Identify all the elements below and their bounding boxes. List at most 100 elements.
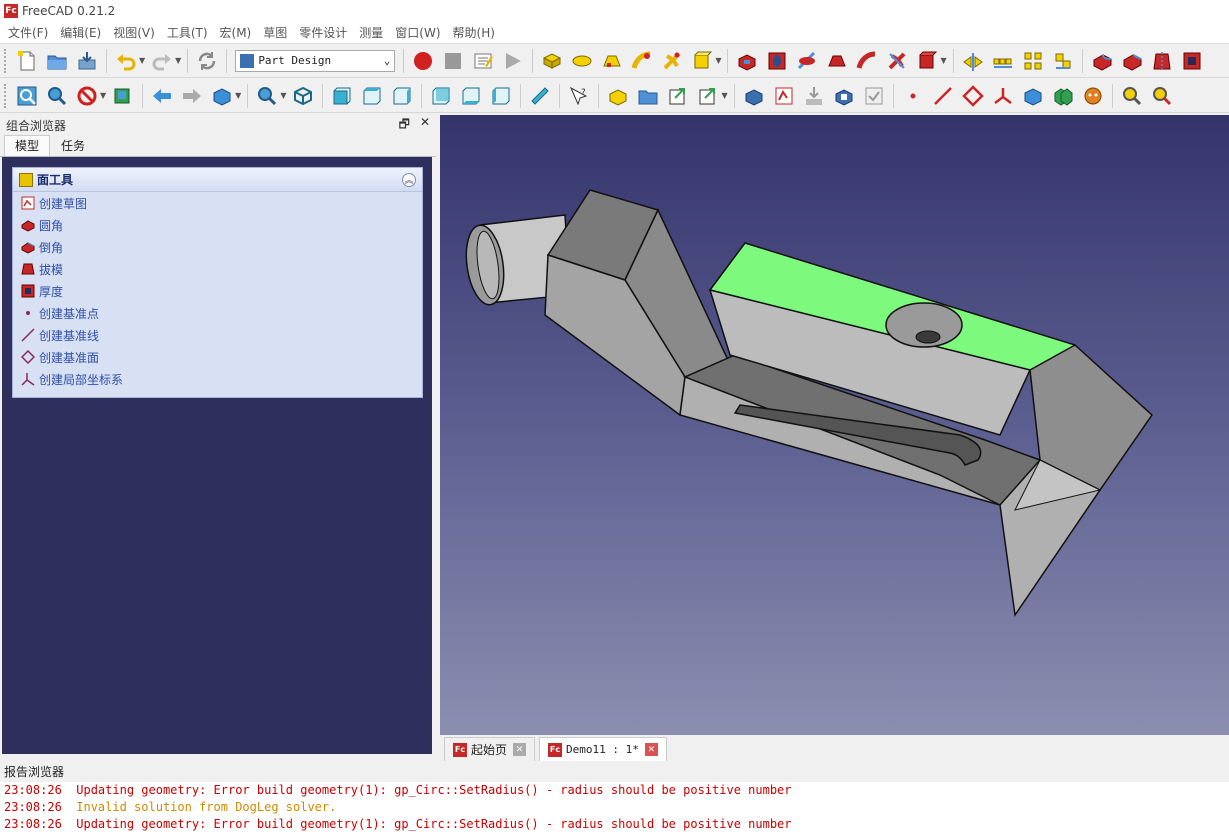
menu-help[interactable]: 帮助(H): [447, 22, 501, 44]
create-group-icon[interactable]: [635, 83, 661, 109]
zoom-chevron-icon[interactable]: ▼: [280, 91, 286, 100]
task-item-chamfer[interactable]: 倒角: [13, 236, 422, 258]
hole-icon[interactable]: [764, 48, 790, 74]
whats-this-icon[interactable]: ?: [566, 83, 592, 109]
additive-loft-icon[interactable]: [599, 48, 625, 74]
view-top-icon[interactable]: [359, 83, 385, 109]
link-actions-icon[interactable]: [695, 83, 721, 109]
mirrored-icon[interactable]: [960, 48, 986, 74]
toolbar-grip[interactable]: [4, 83, 8, 108]
subtractive-primitive-chevron-icon[interactable]: ▼: [940, 56, 946, 65]
redo-icon[interactable]: [149, 48, 175, 74]
additive-primitive-chevron-icon[interactable]: ▼: [715, 56, 721, 65]
tab-start-page[interactable]: Fc 起始页 ✕: [444, 737, 536, 761]
3d-viewport[interactable]: [440, 115, 1229, 735]
view-right-icon[interactable]: [389, 83, 415, 109]
linear-pattern-icon[interactable]: [990, 48, 1016, 74]
validate-sketch-icon[interactable]: [861, 83, 887, 109]
macro-record-icon[interactable]: [410, 48, 436, 74]
collapse-chevron-up-icon[interactable]: ︽: [402, 172, 416, 187]
thickness-icon[interactable]: [1179, 48, 1205, 74]
multi-transform-icon[interactable]: [1050, 48, 1076, 74]
link-actions-chevron-icon[interactable]: ▼: [721, 91, 727, 100]
close-tab-icon[interactable]: ✕: [513, 743, 527, 756]
chamfer-icon[interactable]: [1119, 48, 1145, 74]
sync-view-icon[interactable]: [209, 83, 235, 109]
tab-demo11[interactable]: Fc Demo11 : 1* ✕: [539, 737, 667, 761]
view-left-icon[interactable]: [488, 83, 514, 109]
menu-sketch[interactable]: 草图: [257, 22, 293, 44]
polar-pattern-icon[interactable]: [1020, 48, 1046, 74]
subtractive-helix-icon[interactable]: [884, 48, 910, 74]
forward-arrow-icon[interactable]: [179, 83, 205, 109]
menu-window[interactable]: 窗口(W): [389, 22, 446, 44]
subtractive-loft-icon[interactable]: [824, 48, 850, 74]
subtractive-primitive-icon[interactable]: [914, 48, 940, 74]
revolution-icon[interactable]: [569, 48, 595, 74]
draft-icon[interactable]: [1149, 48, 1175, 74]
groove-icon[interactable]: [794, 48, 820, 74]
task-item-create-sketch[interactable]: 创建草图: [13, 192, 422, 214]
link-icon[interactable]: [665, 83, 691, 109]
zoom-icon[interactable]: [254, 83, 280, 109]
clone-icon[interactable]: [831, 83, 857, 109]
measure-ruler-icon[interactable]: [527, 83, 553, 109]
migrate-icon[interactable]: [1080, 83, 1106, 109]
menu-part-design[interactable]: 零件设计: [293, 22, 353, 44]
create-part-icon[interactable]: [605, 83, 631, 109]
task-item-local-cs[interactable]: 创建局部坐标系: [13, 368, 422, 390]
shape-binder-icon[interactable]: [801, 83, 827, 109]
undo-icon[interactable]: [113, 48, 139, 74]
create-body-icon[interactable]: [741, 83, 767, 109]
menu-edit[interactable]: 编辑(E): [54, 22, 107, 44]
tab-model[interactable]: 模型: [4, 135, 51, 156]
fit-selection-icon[interactable]: [44, 83, 70, 109]
menu-file[interactable]: 文件(F): [2, 22, 54, 44]
local-coordinate-system-icon[interactable]: [990, 83, 1016, 109]
bounding-box-icon[interactable]: [110, 83, 136, 109]
task-item-fillet[interactable]: 圆角: [13, 214, 422, 236]
view-isometric-icon[interactable]: [290, 83, 316, 109]
macro-edit-icon[interactable]: [470, 48, 496, 74]
create-sketch-icon[interactable]: [771, 83, 797, 109]
task-item-datum-line[interactable]: 创建基准线: [13, 324, 422, 346]
back-arrow-icon[interactable]: [149, 83, 175, 109]
fillet-icon[interactable]: [1089, 48, 1115, 74]
task-item-datum-plane[interactable]: 创建基准面: [13, 346, 422, 368]
new-document-icon[interactable]: [14, 48, 40, 74]
additive-pipe-icon[interactable]: [629, 48, 655, 74]
macro-run-icon[interactable]: [500, 48, 526, 74]
pad-icon[interactable]: [539, 48, 565, 74]
close-panel-icon[interactable]: ✕: [420, 115, 430, 136]
undo-dropdown-chevron-icon[interactable]: ▼: [139, 56, 145, 65]
redo-dropdown-chevron-icon[interactable]: ▼: [175, 56, 181, 65]
task-item-datum-point[interactable]: 创建基准点: [13, 302, 422, 324]
datum-line-icon[interactable]: [930, 83, 956, 109]
float-panel-icon[interactable]: 🗗: [399, 115, 410, 136]
subtractive-pipe-icon[interactable]: [854, 48, 880, 74]
workbench-selector[interactable]: Part Design ⌄: [235, 49, 396, 72]
additive-primitive-icon[interactable]: [689, 48, 715, 74]
measure-linear-icon[interactable]: [1119, 83, 1145, 109]
pocket-icon[interactable]: [734, 48, 760, 74]
save-icon[interactable]: [74, 48, 100, 74]
task-item-thickness[interactable]: 厚度: [13, 280, 422, 302]
part-model[interactable]: [440, 115, 1229, 735]
draw-style-chevron-icon[interactable]: ▼: [100, 91, 106, 100]
datum-point-icon[interactable]: [900, 83, 926, 109]
sub-shape-binder-icon[interactable]: [1020, 83, 1046, 109]
menu-view[interactable]: 视图(V): [107, 22, 161, 44]
sync-view-chevron-icon[interactable]: ▼: [235, 91, 241, 100]
menu-macro[interactable]: 宏(M): [214, 22, 258, 44]
macro-stop-icon[interactable]: [440, 48, 466, 74]
fit-all-icon[interactable]: [14, 83, 40, 109]
task-item-draft[interactable]: 拔模: [13, 258, 422, 280]
additive-helix-icon[interactable]: [659, 48, 685, 74]
view-bottom-icon[interactable]: [458, 83, 484, 109]
view-rear-icon[interactable]: [428, 83, 454, 109]
refresh-icon[interactable]: [194, 48, 220, 74]
view-front-icon[interactable]: [329, 83, 355, 109]
measure-clear-icon[interactable]: [1149, 83, 1175, 109]
boolean-icon[interactable]: [1050, 83, 1076, 109]
close-tab-icon[interactable]: ✕: [644, 743, 658, 756]
